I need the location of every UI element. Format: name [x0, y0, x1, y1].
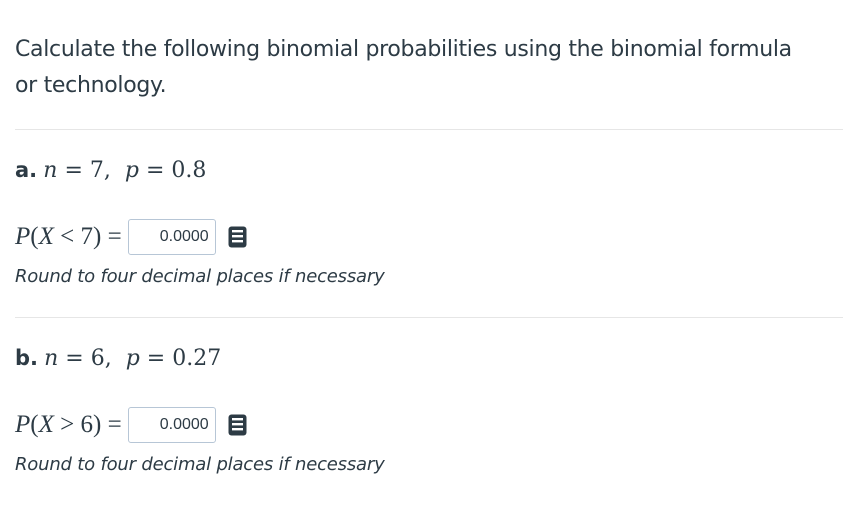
- calculator-icon[interactable]: [228, 226, 247, 248]
- part-a-n-value: 7: [89, 158, 104, 183]
- part-a-prob-operator: <: [60, 223, 75, 250]
- part-b-probability-expression: P(X > 6) =: [15, 411, 122, 438]
- part-a-prob-prefix: P: [15, 223, 31, 250]
- part-a-header: a. n = 7, p = 0.8: [15, 157, 206, 183]
- part-b-prob-prefix: P: [15, 411, 31, 438]
- part-b-header: b. n = 6, p = 0.27: [15, 345, 221, 371]
- question-page: Calculate the following binomial probabi…: [0, 0, 843, 512]
- divider: [15, 129, 843, 130]
- question-prompt: Calculate the following binomial probabi…: [15, 37, 792, 98]
- part-a-p-value: 0.8: [171, 158, 207, 183]
- part-a-answer-input[interactable]: [127, 219, 216, 255]
- part-b-prob-value: 6: [80, 411, 94, 438]
- part-b-params: n = 6, p = 0.27: [44, 346, 222, 371]
- part-a-params: n = 7, p = 0.8: [43, 158, 207, 183]
- part-a-answer-row: P(X < 7) =: [15, 217, 247, 257]
- part-a-prob-value: 7: [80, 223, 94, 250]
- part-b-n-variable: n: [44, 346, 59, 371]
- part-a-n-variable: n: [43, 158, 58, 183]
- part-b-prob-variable: X: [38, 411, 54, 438]
- part-a-prob-variable: X: [38, 223, 54, 250]
- part-b-prob-operator: >: [60, 411, 75, 438]
- calculator-icon[interactable]: [228, 414, 247, 436]
- part-b-answer-input[interactable]: [127, 407, 216, 443]
- part-a-p-variable: p: [124, 158, 139, 183]
- part-b-n-value: 6: [90, 346, 105, 371]
- part-b-letter: b.: [15, 346, 39, 370]
- part-a-letter: a.: [15, 158, 38, 182]
- divider: [15, 317, 843, 318]
- part-b-answer-row: P(X > 6) =: [15, 405, 247, 445]
- part-a-probability-expression: P(X < 7) =: [15, 223, 122, 250]
- part-a-rounding-hint: Round to four decimal places if necessar…: [15, 266, 385, 287]
- part-b-p-value: 0.27: [172, 346, 222, 371]
- part-b-p-variable: p: [125, 346, 140, 371]
- part-b-rounding-hint: Round to four decimal places if necessar…: [15, 454, 385, 475]
